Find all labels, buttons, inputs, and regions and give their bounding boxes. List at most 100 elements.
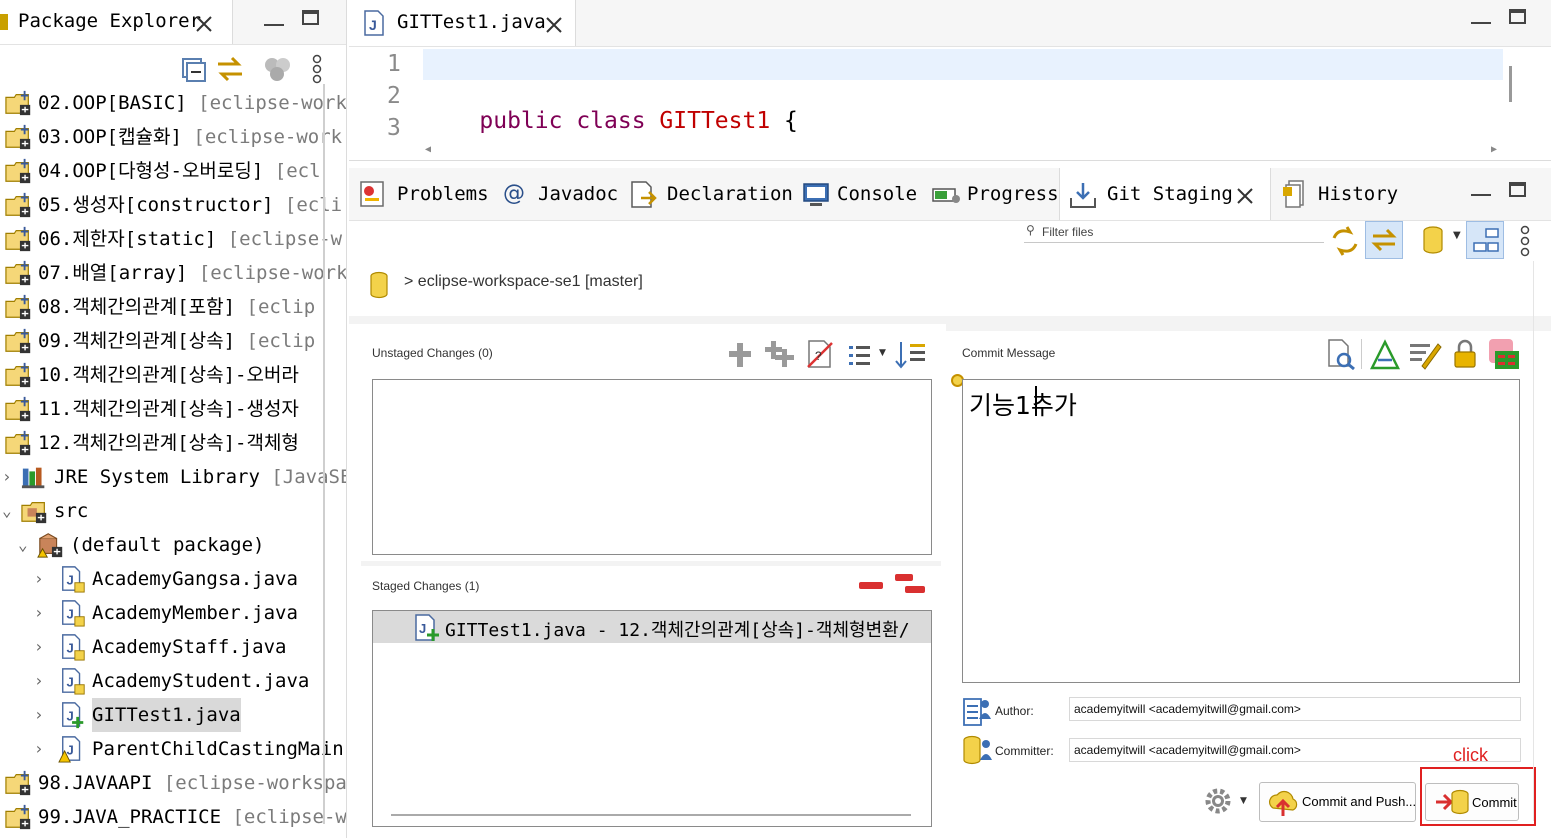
line-number-ruler: 1 2 3 [349, 47, 419, 143]
filter-files-placeholder: Filter files [1042, 225, 1094, 239]
svg-text:J: J [66, 675, 73, 690]
staged-file-row[interactable]: J GITTest1.java - 12.객체간의관계[상속]-객체형변환/ [373, 611, 931, 643]
tree-item[interactable]: 10.객체간의관계[상속]-오버라 [0, 358, 346, 392]
commit-button[interactable]: Commit [1425, 783, 1519, 821]
minimize-icon[interactable] [1471, 180, 1491, 196]
view-menu-icon[interactable] [310, 54, 324, 84]
close-icon[interactable] [1236, 187, 1254, 205]
close-icon[interactable] [195, 15, 213, 33]
collapse-all-icon[interactable] [180, 56, 206, 82]
author-icon [963, 698, 991, 726]
unstaged-files-list[interactable] [372, 379, 932, 555]
tree-item[interactable]: 05.생성자[constructor] [ecli [0, 188, 346, 222]
tree-item[interactable]: › J AcademyGangsa.java [0, 562, 346, 596]
tree-item-name: 03.OOP[캡슐화] [38, 126, 182, 148]
commit-and-push-button[interactable]: Commit and Push... [1259, 782, 1416, 822]
tree-item[interactable]: 06.제한자[static] [eclipse-w [0, 222, 346, 256]
tree-presentation-icon[interactable] [847, 343, 873, 367]
tree-item[interactable]: ⌄ src [0, 494, 346, 528]
line-number: 3 [387, 115, 401, 141]
package-explorer-title: Package Explorer [18, 10, 202, 32]
link-with-editor-icon[interactable] [214, 54, 246, 84]
tree-item[interactable]: 07.배열[array] [eclipse-work [0, 256, 346, 290]
tree-item[interactable]: ⌄ (default package) [0, 528, 346, 562]
gear-icon[interactable] [1203, 786, 1233, 816]
chevron-down-icon[interactable]: ▼ [879, 348, 886, 358]
tree-item[interactable]: 04.OOP[다형성-오버로딩] [ecl [0, 154, 346, 188]
tree-item[interactable]: › J AcademyStudent.java [0, 664, 346, 698]
vertical-scrollbar[interactable] [323, 84, 325, 824]
chevron-down-icon[interactable]: ▼ [1240, 796, 1247, 806]
tree-item-label: 12.객체간의관계[상속]-객체형 [38, 426, 299, 460]
chevron-down-icon[interactable]: ⌄ [18, 528, 28, 562]
filter-files-field[interactable]: ⚲ Filter files [1024, 222, 1324, 243]
refresh-icon[interactable] [1330, 224, 1360, 258]
java-file-warning-icon: J [58, 736, 81, 763]
author-field[interactable]: academyitwill <academyitwill@gmail.com> [1069, 697, 1521, 721]
tree-item[interactable]: 98.JAVAAPI [eclipse-workspac [0, 766, 346, 800]
lock-icon[interactable] [1452, 338, 1478, 370]
add-signed-off-by-icon[interactable] [1408, 338, 1442, 370]
compare-with-head-icon[interactable] [1326, 338, 1356, 370]
tree-item-label: AcademyMember.java [92, 596, 298, 630]
maximize-icon[interactable] [1509, 9, 1526, 24]
sort-icon[interactable] [894, 340, 928, 370]
editor-tab-gittest1[interactable]: J GITTest1.java [349, 0, 576, 46]
add-all-to-index-icon[interactable] [763, 339, 797, 369]
tree-item[interactable]: 03.OOP[캡슐화] [eclipse-work [0, 120, 346, 154]
chevron-right-icon[interactable]: › [2, 460, 12, 494]
tree-item[interactable]: 99.JAVA_PRACTICE [eclipse-wo [0, 800, 346, 834]
chevron-right-icon[interactable]: › [34, 732, 44, 766]
chevron-right-icon[interactable]: › [34, 562, 44, 596]
add-change-id-icon[interactable] [1487, 337, 1521, 371]
tree-item[interactable]: 02.OOP[BASIC] [eclipse-works [0, 86, 346, 120]
horizontal-scrollbar[interactable] [391, 814, 911, 816]
tree-item[interactable]: 12.객체간의관계[상속]-객체형 [0, 426, 346, 460]
chevron-down-icon[interactable]: ▼ [1453, 230, 1461, 241]
java-project-warning-icon [5, 362, 31, 388]
tab-git-staging[interactable]: Git Staging [1059, 168, 1271, 220]
close-icon[interactable] [545, 16, 563, 34]
editor-horizontal-scrollbar[interactable]: ◀ ▶ [423, 144, 1503, 156]
commit-message-editor[interactable]: 기능1추가 [962, 379, 1520, 683]
java-file-icon: J [62, 634, 85, 661]
tree-item-name: 06.제한자[static] [38, 228, 217, 250]
chevron-right-icon[interactable]: › [34, 630, 44, 664]
tree-item-label: GITTest1.java [92, 698, 241, 732]
link-selection-button[interactable] [1365, 221, 1403, 259]
java-file-icon: J [62, 566, 85, 593]
repository-label[interactable]: > eclipse-workspace-se1 [master] [404, 273, 643, 291]
package-explorer-tab[interactable]: Package Explorer [0, 0, 233, 44]
chevron-right-icon[interactable]: › [34, 698, 44, 732]
remove-from-index-icon[interactable] [857, 578, 885, 592]
scroll-left-icon[interactable]: ◀ [425, 144, 431, 155]
editor-vertical-scrollbar[interactable] [1509, 66, 1512, 102]
tree-item[interactable]: › JRE System Library [JavaSE- [0, 460, 346, 494]
add-to-index-icon[interactable] [727, 341, 753, 369]
view-menu-icon[interactable] [1518, 225, 1532, 257]
tree-item[interactable]: 09.객체간의관계[상속] [eclip [0, 324, 346, 358]
amend-commit-icon[interactable] [1368, 338, 1402, 370]
chevron-right-icon[interactable]: › [34, 596, 44, 630]
minimize-icon[interactable] [1471, 8, 1491, 24]
repository-icon[interactable] [1422, 225, 1444, 255]
chevron-down-icon[interactable]: ⌄ [2, 494, 12, 528]
tree-item[interactable]: › J AcademyMember.java [0, 596, 346, 630]
ignore-icon[interactable]: ? [806, 339, 834, 369]
filters-icon[interactable] [263, 56, 293, 82]
staged-files-list: J GITTest1.java - 12.객체간의관계[상속]-객체형변환/ [372, 610, 932, 827]
tree-item[interactable]: › J ParentChildCastingMain. [0, 732, 346, 766]
chevron-right-icon[interactable]: › [34, 664, 44, 698]
tree-item[interactable]: 11.객체간의관계[상속]-생성자 [0, 392, 346, 426]
tree-item[interactable]: › J AcademyStaff.java [0, 630, 346, 664]
code-classname: GITTest1 [659, 108, 771, 134]
tree-item[interactable]: 08.객체간의관계[포함] [eclip [0, 290, 346, 324]
presentation-button[interactable] [1466, 221, 1504, 259]
minimize-icon[interactable] [264, 10, 284, 26]
remove-all-from-index-icon[interactable] [893, 572, 927, 596]
maximize-icon[interactable] [302, 10, 319, 25]
scroll-right-icon[interactable]: ▶ [1491, 144, 1497, 155]
tree-item-label: 09.객체간의관계[상속] [eclip [38, 324, 315, 358]
maximize-icon[interactable] [1509, 182, 1526, 197]
tree-item[interactable]: › J GITTest1.java [0, 698, 346, 732]
